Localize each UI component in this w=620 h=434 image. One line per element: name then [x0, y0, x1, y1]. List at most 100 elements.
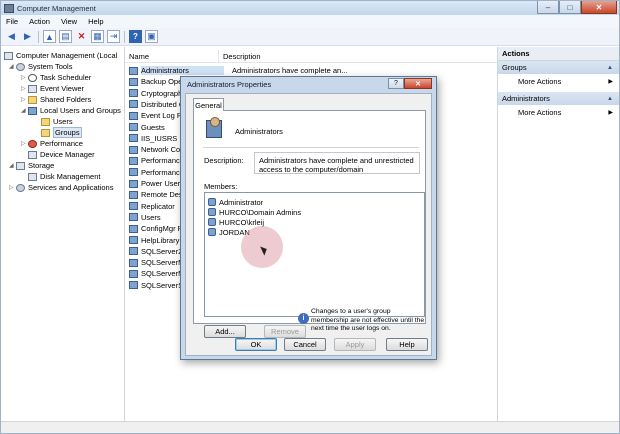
dialog-help-button[interactable]: ? [388, 78, 404, 89]
list-header: Name Description [125, 50, 497, 63]
console-tree: Computer Management (Local ◢ System Tool… [1, 47, 125, 421]
menu-file[interactable]: File [6, 17, 18, 26]
group-name-cell: Administrators [141, 66, 224, 75]
collapse-arrow-icon[interactable]: ◢ [9, 162, 16, 169]
group-icon [129, 224, 138, 233]
group-name: Administrators [235, 127, 283, 136]
description-label: Description: [204, 156, 244, 165]
tree-item-event-viewer[interactable]: ▷ Event Viewer [21, 83, 84, 94]
group-icon [129, 236, 138, 244]
group-icon [129, 213, 138, 222]
properties-icon[interactable]: ▦ [91, 30, 104, 43]
close-button[interactable]: ✕ [581, 1, 617, 14]
group-icon [129, 89, 138, 98]
show-hide-tree-icon[interactable]: ▤ [59, 30, 72, 43]
group-icon [129, 190, 138, 199]
group-icon [129, 179, 138, 188]
folder-icon [41, 117, 50, 126]
more-actions-administrators[interactable]: More Actions ▶ [498, 105, 619, 119]
performance-icon [28, 139, 37, 148]
expand-arrow-icon[interactable]: ▷ [21, 96, 28, 103]
add-button[interactable]: Add... [204, 325, 246, 338]
remove-button[interactable]: Remove [264, 325, 306, 338]
folder-icon [41, 128, 50, 137]
tree-item-computer-management[interactable]: Computer Management (Local [4, 50, 117, 61]
menu-action[interactable]: Action [29, 17, 50, 26]
tree-item-users[interactable]: Users [41, 116, 73, 127]
group-icon [129, 77, 138, 86]
actions-section-groups[interactable]: Groups ▲ [498, 61, 619, 74]
tree-item-performance[interactable]: ▷ Performance [21, 138, 83, 149]
group-icon [129, 281, 138, 290]
dialog-body: General Administrators Description: Admi… [185, 93, 432, 356]
tree-item-storage[interactable]: ◢ Storage [9, 160, 54, 171]
tree-item-services-and-applications[interactable]: ▷ Services and Applications [9, 182, 113, 193]
member-item[interactable]: Administrator [208, 197, 263, 207]
delete-icon[interactable]: ✕ [75, 30, 88, 43]
membership-note: Changes to a user's group membership are… [311, 308, 425, 332]
member-name: HURCO\Domain Admins [219, 207, 302, 217]
actions-section-title: Groups [502, 63, 527, 72]
maximize-button[interactable]: □ [559, 1, 581, 14]
back-arrow-icon[interactable]: ◀ [5, 30, 18, 43]
computer-icon [4, 51, 13, 60]
general-tab-panel: Administrators Description: Administrato… [193, 110, 426, 338]
members-list[interactable]: Administrator HURCO\Domain Admins HURCO\… [204, 192, 425, 317]
group-icon [129, 156, 138, 165]
cancel-button[interactable]: Cancel [284, 338, 326, 351]
services-icon [16, 183, 25, 192]
console-icon[interactable]: ▣ [145, 30, 158, 43]
expand-arrow-icon[interactable]: ▷ [9, 184, 16, 191]
tools-icon [16, 62, 25, 71]
description-field[interactable]: Administrators have complete and unrestr… [254, 152, 420, 174]
dialog-title-bar: Administrators Properties ? ✕ [181, 77, 436, 92]
toolbar-separator [38, 30, 39, 43]
group-icon [129, 145, 138, 154]
tree-item-device-manager[interactable]: Device Manager [28, 149, 95, 160]
toolbar-separator [124, 30, 125, 43]
up-folder-icon[interactable]: ▲ [43, 30, 56, 43]
menu-help[interactable]: Help [88, 17, 103, 26]
tree-item-system-tools[interactable]: ◢ System Tools [9, 61, 72, 72]
column-header-description[interactable]: Description [219, 50, 261, 62]
menu-view[interactable]: View [61, 17, 77, 26]
dialog-close-button[interactable]: ✕ [404, 78, 432, 89]
collapse-up-icon[interactable]: ▲ [607, 65, 613, 71]
collapse-up-icon[interactable]: ▲ [607, 96, 613, 102]
actions-section-administrators[interactable]: Administrators ▲ [498, 92, 619, 105]
forward-arrow-icon[interactable]: ▶ [21, 30, 34, 43]
tree-item-shared-folders[interactable]: ▷ Shared Folders [21, 94, 91, 105]
tab-general[interactable]: General [193, 98, 224, 111]
event-viewer-icon [28, 84, 37, 93]
actions-header: Actions [498, 47, 619, 61]
administrators-properties-dialog: Administrators Properties ? ✕ General Ad… [180, 76, 437, 360]
info-icon: i [298, 313, 309, 324]
tree-item-task-scheduler[interactable]: ▷ Task Scheduler [21, 72, 91, 83]
expand-arrow-icon[interactable]: ▷ [21, 140, 28, 147]
help-button[interactable]: Help [386, 338, 428, 351]
expand-arrow-icon[interactable]: ▷ [21, 85, 28, 92]
export-icon[interactable]: ⇥ [107, 30, 120, 43]
group-icon [129, 100, 138, 109]
menu-bar: File Action View Help [1, 15, 619, 28]
collapse-arrow-icon[interactable]: ◢ [9, 63, 16, 70]
collapse-arrow-icon[interactable]: ◢ [21, 107, 28, 114]
tree-item-groups[interactable]: Groups [41, 127, 82, 138]
column-header-name[interactable]: Name [125, 50, 219, 62]
table-row[interactable]: Administrators Administrators have comple… [125, 65, 497, 76]
group-icon [206, 117, 222, 138]
group-icon [129, 247, 138, 256]
member-item[interactable]: HURCO\krleij [208, 217, 264, 227]
apply-button[interactable]: Apply [334, 338, 376, 351]
tree-item-local-users-and-groups[interactable]: ◢ Local Users and Groups [21, 105, 121, 116]
tree-item-disk-management[interactable]: Disk Management [28, 171, 100, 182]
divider [203, 147, 419, 148]
members-label: Members: [204, 182, 238, 191]
member-item[interactable]: HURCO\Domain Admins [208, 207, 301, 217]
expand-arrow-icon[interactable]: ▷ [21, 74, 28, 81]
ok-button[interactable]: OK [235, 338, 277, 351]
more-actions-groups[interactable]: More Actions ▶ [498, 74, 619, 88]
minimize-button[interactable]: – [537, 1, 559, 14]
dialog-title: Administrators Properties [187, 80, 272, 89]
help-icon[interactable]: ? [129, 30, 142, 43]
